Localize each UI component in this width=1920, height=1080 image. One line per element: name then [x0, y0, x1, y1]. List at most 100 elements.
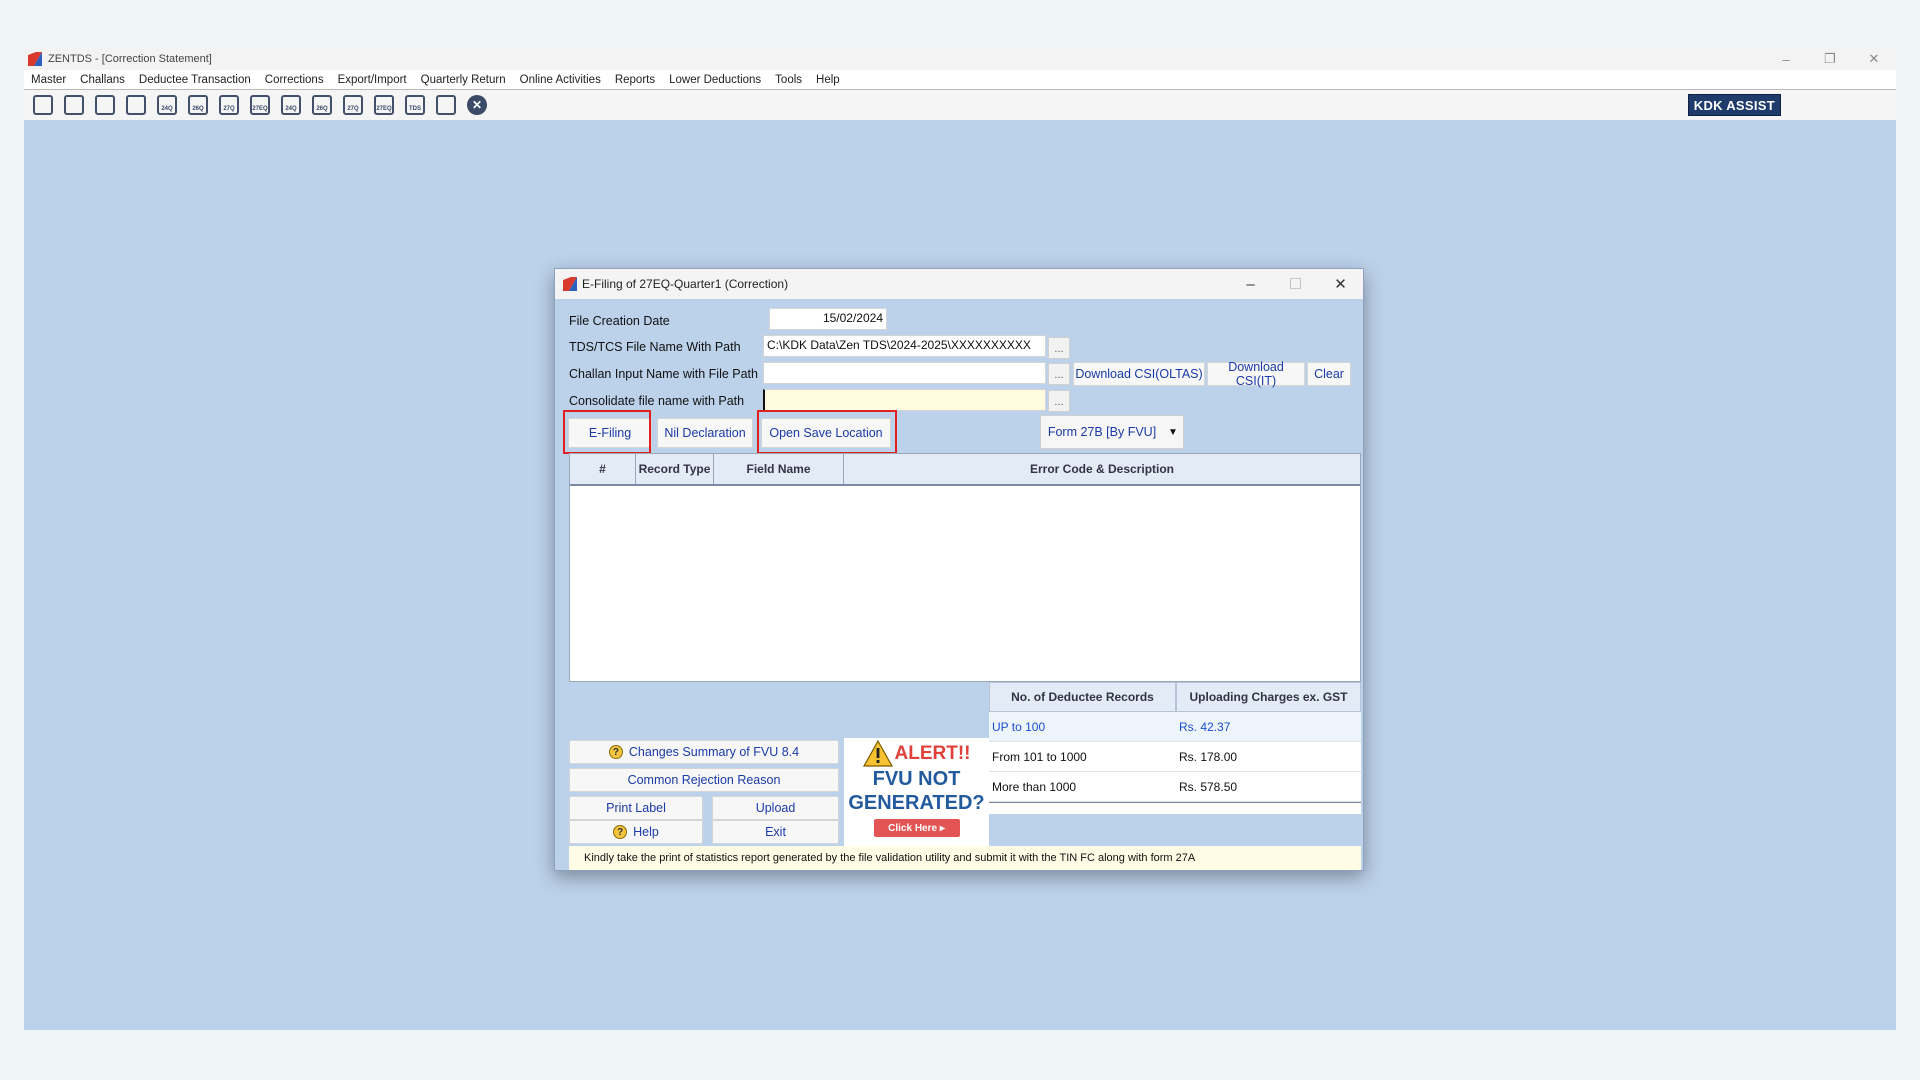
- form2-icon[interactable]: [123, 92, 149, 118]
- charges-row: UP to 100 Rs. 42.37: [989, 712, 1361, 742]
- app-window-controls: – ❐ ✕: [1764, 48, 1896, 70]
- challan-input-field[interactable]: [763, 362, 1046, 384]
- efile-24q-icon[interactable]: 24Q: [278, 92, 304, 118]
- report-icon[interactable]: [433, 92, 459, 118]
- menu-reports[interactable]: Reports: [608, 74, 662, 86]
- menu-lower-deductions[interactable]: Lower Deductions: [662, 74, 768, 86]
- consolidate-browse-button[interactable]: ...: [1048, 390, 1070, 412]
- charges-range: More than 1000: [989, 772, 1176, 802]
- zentds-logo-icon: [28, 52, 42, 66]
- menu-challans[interactable]: Challans: [73, 74, 132, 86]
- minimize-icon[interactable]: –: [1764, 48, 1808, 70]
- dialog-minimize-icon[interactable]: –: [1228, 269, 1273, 299]
- zentds-logo-icon: [563, 277, 577, 291]
- efile-27q-glyph: 27Q: [343, 95, 363, 115]
- grid-col-field-name[interactable]: Field Name: [714, 454, 844, 484]
- form-26q-icon[interactable]: 26Q: [185, 92, 211, 118]
- charges-header: No. of Deductee Records Uploading Charge…: [989, 682, 1361, 712]
- file-creation-date-field[interactable]: 15/02/2024: [769, 308, 887, 330]
- tds-file-path-field[interactable]: C:\KDK Data\Zen TDS\2024-2025\XXXXXXXXXX: [763, 335, 1046, 357]
- challan-input-label: Challan Input Name with File Path: [569, 367, 758, 381]
- fvu-alert-banner[interactable]: ALERT!! FVU NOT GENERATED? Click Here ▸: [844, 738, 989, 846]
- form-27q-glyph: 27Q: [219, 95, 239, 115]
- restore-icon[interactable]: ❐: [1808, 48, 1852, 70]
- form-select-value: Form 27B [By FVU]: [1047, 425, 1157, 439]
- grid-col-number[interactable]: #: [570, 454, 636, 484]
- charges-range: From 101 to 1000: [989, 742, 1176, 772]
- menu-quarterly-return[interactable]: Quarterly Return: [414, 74, 513, 86]
- efile-24q-glyph: 24Q: [281, 95, 301, 115]
- efiling-dialog: E-Filing of 27EQ-Quarter1 (Correction) –…: [554, 268, 1364, 871]
- common-rejection-button[interactable]: Common Rejection Reason: [569, 768, 839, 792]
- menu-deductee-transaction[interactable]: Deductee Transaction: [132, 74, 258, 86]
- download-csi-oltas-button[interactable]: Download CSI(OLTAS): [1073, 362, 1205, 386]
- challan-browse-button[interactable]: ...: [1048, 363, 1070, 385]
- menu-export-import[interactable]: Export/Import: [331, 74, 414, 86]
- alert-line2: GENERATED?: [848, 792, 985, 814]
- alert-line1: FVU NOT: [872, 768, 961, 790]
- form-icon[interactable]: [92, 92, 118, 118]
- dialog-maximize-icon: ☐: [1288, 276, 1303, 293]
- deductees-icon[interactable]: [61, 92, 87, 118]
- charges-footer: [989, 802, 1361, 814]
- form-27q-icon[interactable]: 27Q: [216, 92, 242, 118]
- deductor-icon[interactable]: [30, 92, 56, 118]
- charges-col-charges: Uploading Charges ex. GST: [1176, 682, 1361, 712]
- status-message: Kindly take the print of statistics repo…: [569, 846, 1361, 870]
- form-select-dropdown[interactable]: Form 27B [By FVU] ▼: [1040, 415, 1184, 449]
- uploading-charges-table: No. of Deductee Records Uploading Charge…: [989, 682, 1361, 815]
- efile-27q-icon[interactable]: 27Q: [340, 92, 366, 118]
- error-grid[interactable]: # Record Type Field Name Error Code & De…: [569, 453, 1361, 682]
- grid-col-record-type[interactable]: Record Type: [636, 454, 714, 484]
- alert-title: ALERT!!: [894, 742, 971, 764]
- charges-range: UP to 100: [989, 712, 1176, 742]
- charges-row: From 101 to 1000 Rs. 178.00: [989, 742, 1361, 772]
- help-question-icon: ?: [608, 745, 623, 759]
- charges-amount: Rs. 578.50: [1176, 772, 1361, 802]
- efile-27eq-glyph: 27EQ: [374, 95, 394, 115]
- nil-declaration-button[interactable]: Nil Declaration: [657, 418, 753, 448]
- charges-col-records: No. of Deductee Records: [989, 682, 1176, 712]
- click-here-button[interactable]: Click Here ▸: [873, 819, 960, 837]
- form-24q-icon[interactable]: 24Q: [154, 92, 180, 118]
- consolidate-file-field[interactable]: [763, 389, 1046, 411]
- help-label: Help: [633, 825, 659, 839]
- charges-amount: Rs. 178.00: [1176, 742, 1361, 772]
- menu-online-activities[interactable]: Online Activities: [513, 74, 608, 86]
- close-circle-glyph: ✕: [467, 95, 487, 115]
- tds-file-browse-button[interactable]: ...: [1048, 337, 1070, 359]
- form-24q-glyph: 24Q: [157, 95, 177, 115]
- toolbar: 24Q 26Q 27Q 27EQ 24Q 26Q 27Q 27EQ TDS ✕ …: [24, 90, 1896, 120]
- deductor-glyph: [33, 95, 53, 115]
- print-label-button[interactable]: Print Label: [569, 796, 703, 820]
- help-button[interactable]: ? Help: [569, 820, 703, 844]
- file-creation-date-label: File Creation Date: [569, 314, 670, 328]
- dialog-close-icon[interactable]: ✕: [1318, 269, 1363, 299]
- menu-help[interactable]: Help: [809, 74, 847, 86]
- report-glyph: [436, 95, 456, 115]
- exit-button[interactable]: Exit: [712, 820, 839, 844]
- dialog-window-controls: – ☐ ✕: [1228, 269, 1363, 299]
- close-icon[interactable]: ✕: [1852, 48, 1896, 70]
- clear-button[interactable]: Clear: [1307, 362, 1351, 386]
- error-grid-header: # Record Type Field Name Error Code & De…: [570, 454, 1360, 486]
- kdk-assist-button[interactable]: KDK ASSIST: [1687, 94, 1781, 116]
- open-save-location-highlight: [757, 410, 897, 454]
- tds-icon[interactable]: TDS: [402, 92, 428, 118]
- efile-27eq-icon[interactable]: 27EQ: [371, 92, 397, 118]
- efile-26q-icon[interactable]: 26Q: [309, 92, 335, 118]
- alert-header: ALERT!!: [844, 740, 989, 767]
- changes-summary-button[interactable]: ? Changes Summary of FVU 8.4: [569, 740, 839, 764]
- close-circle-icon[interactable]: ✕: [464, 92, 490, 118]
- menu-tools[interactable]: Tools: [768, 74, 809, 86]
- menu-master[interactable]: Master: [24, 74, 73, 86]
- download-csi-it-button[interactable]: Download CSI(IT): [1207, 360, 1305, 388]
- tds-glyph: TDS: [405, 95, 425, 115]
- app-titlebar: ZENTDS - [Correction Statement] – ❐ ✕: [24, 48, 1896, 70]
- form-27eq-icon[interactable]: 27EQ: [247, 92, 273, 118]
- menu-corrections[interactable]: Corrections: [258, 74, 331, 86]
- grid-col-error-code[interactable]: Error Code & Description: [844, 454, 1360, 484]
- upload-button[interactable]: Upload: [712, 796, 839, 820]
- form-glyph: [95, 95, 115, 115]
- dialog-title: E-Filing of 27EQ-Quarter1 (Correction): [582, 277, 789, 291]
